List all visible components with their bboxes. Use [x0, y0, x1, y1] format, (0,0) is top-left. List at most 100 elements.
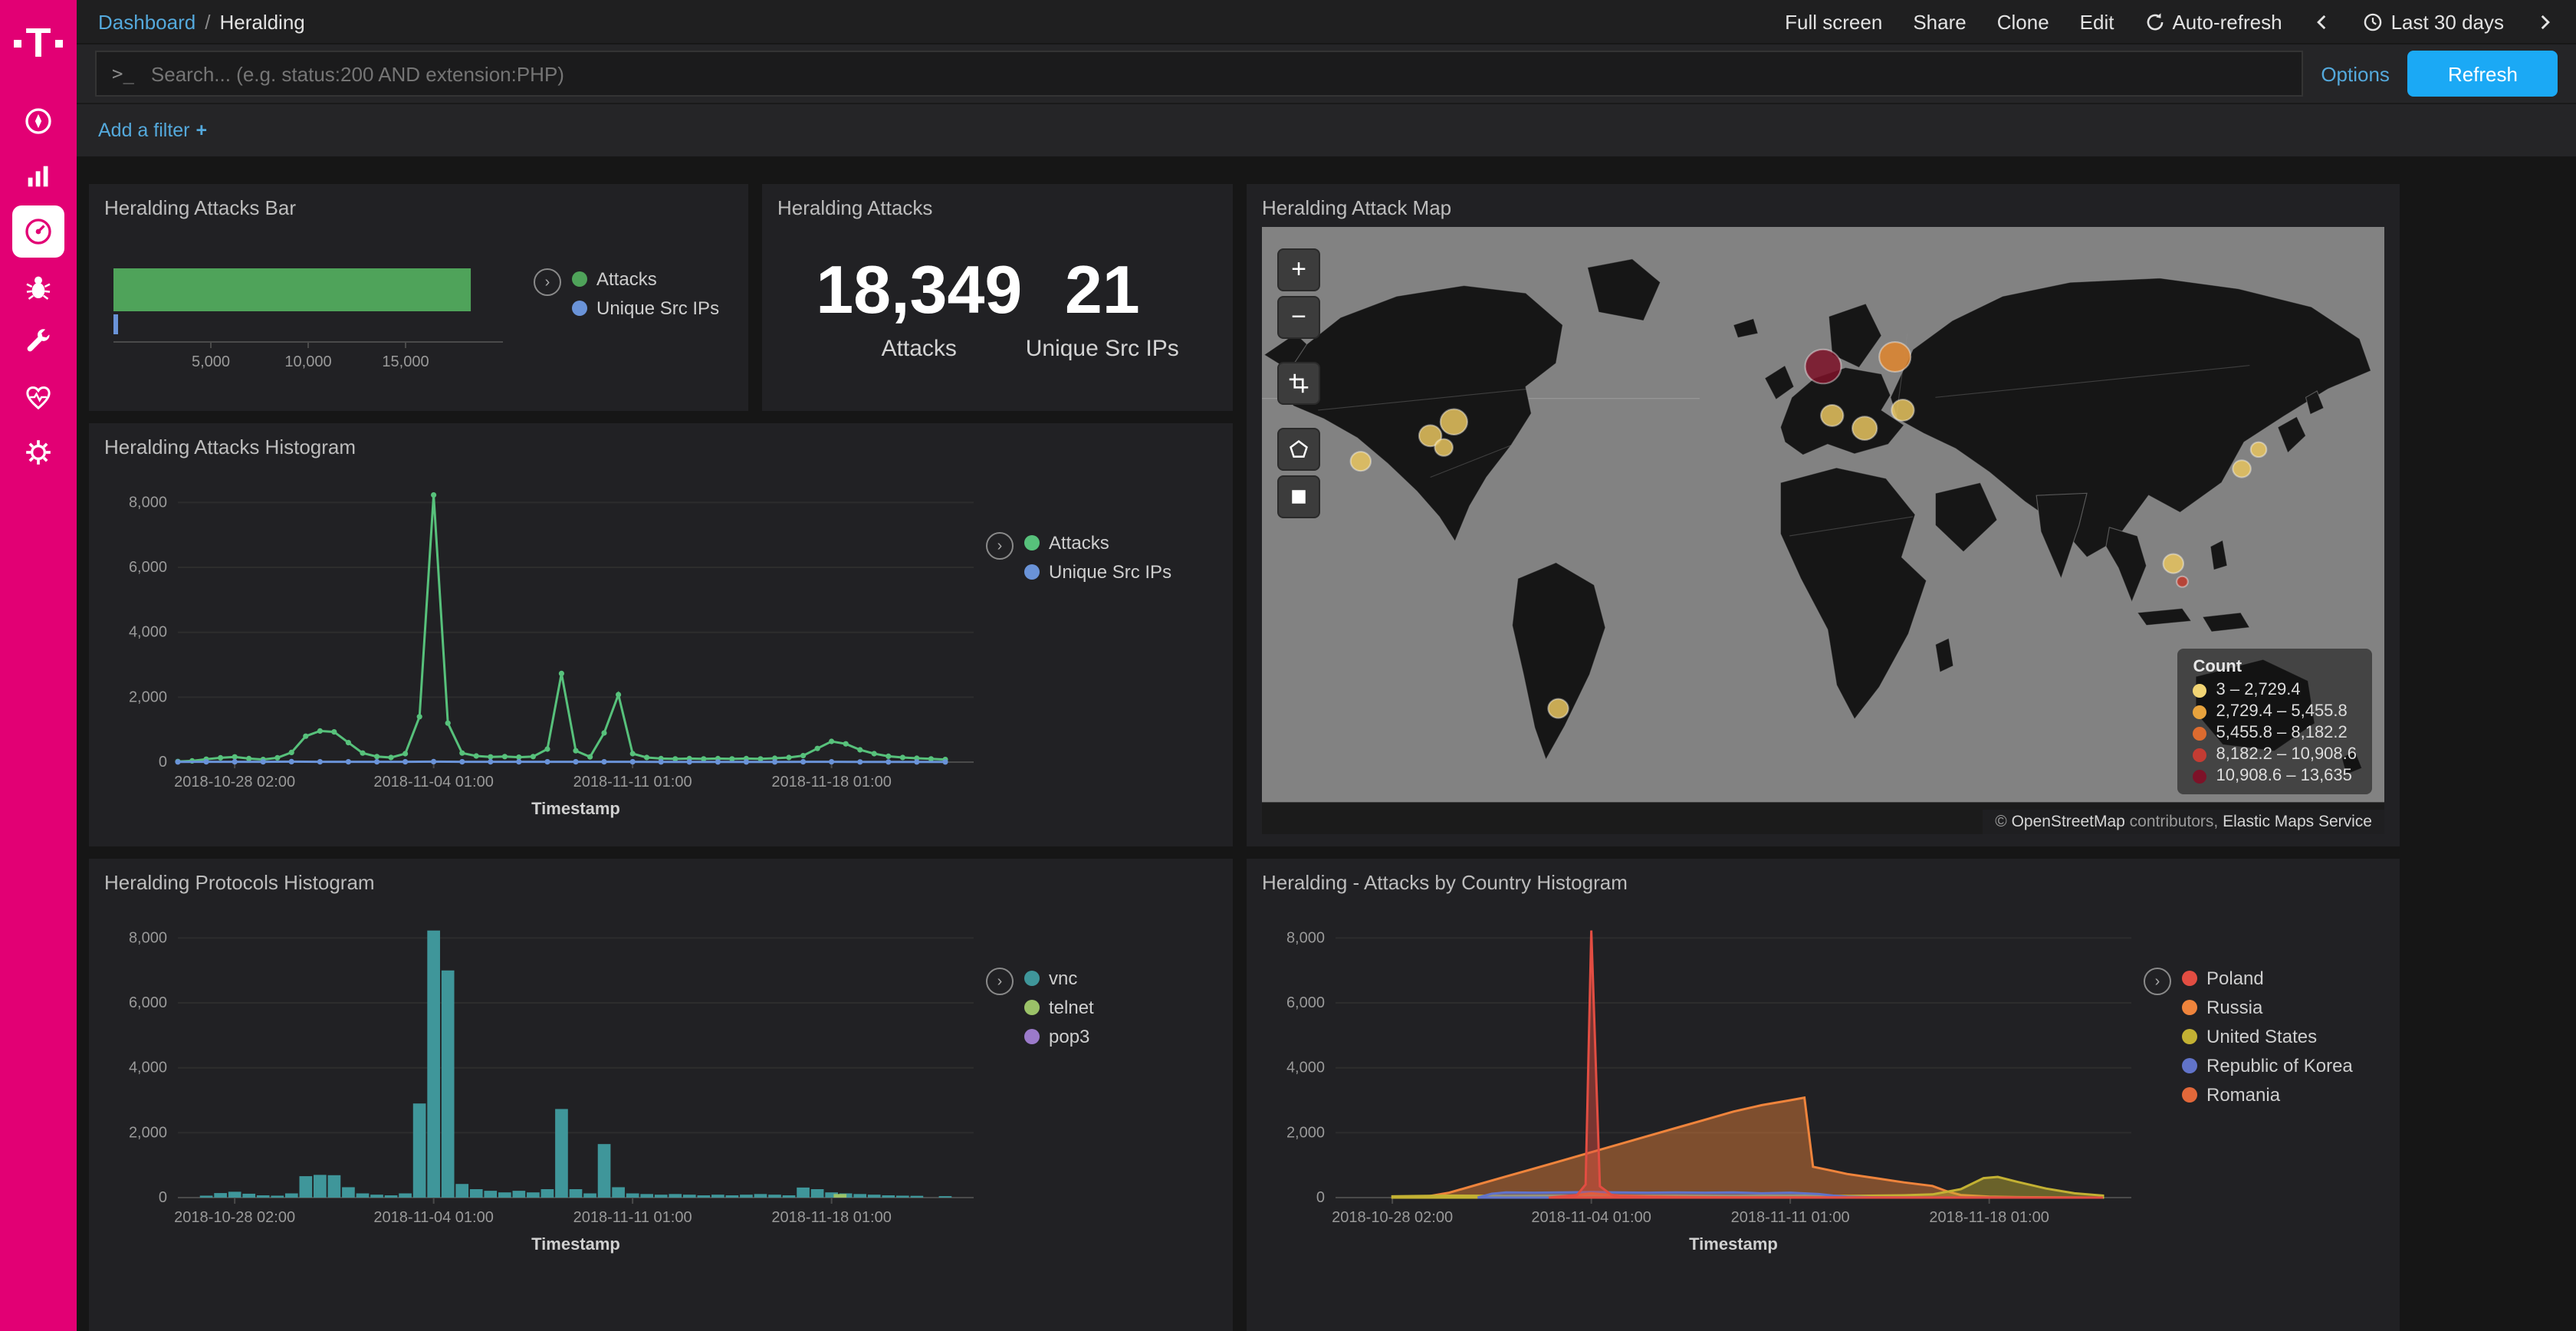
legend-item[interactable]: Unique Src IPs	[572, 297, 719, 319]
time-forward-button[interactable]	[2535, 12, 2555, 31]
sidebar-item-visualize[interactable]	[12, 150, 64, 202]
legend-toggle-icon[interactable]: ›	[986, 968, 1014, 995]
country-histogram-legend: › Poland Russia United States Republic of Ko…	[2144, 903, 2353, 1322]
map-legend-entry: 5,455.8 – 8,182.2	[2193, 724, 2358, 742]
fit-data-bounds-button[interactable]	[1277, 362, 1320, 405]
legend-item[interactable]: Attacks	[572, 268, 719, 290]
svg-text:2,000: 2,000	[1286, 1124, 1325, 1141]
map-legend-dot	[2193, 726, 2207, 740]
legend-item[interactable]: Unique Src IPs	[1024, 561, 1171, 583]
svg-text:4,000: 4,000	[129, 624, 167, 641]
attack-dot[interactable]	[1806, 350, 1842, 383]
filter-bar: Add a filter+	[77, 103, 2576, 156]
attack-dot[interactable]	[1548, 699, 1568, 718]
country-histogram-chart[interactable]: 02,0004,0006,0008,0002018-10-28 02:00201…	[1262, 903, 2144, 1322]
protocols-histogram-chart[interactable]: 02,0004,0006,0008,0002018-10-28 02:00201…	[104, 903, 986, 1322]
search-input[interactable]	[148, 61, 2285, 87]
draw-polygon-button[interactable]	[1277, 428, 1320, 471]
attack-dot[interactable]	[2164, 554, 2183, 573]
sidebar-item-dev-tools[interactable]	[12, 316, 64, 368]
zoom-in-button[interactable]: +	[1277, 248, 1320, 291]
attack-dot[interactable]	[1441, 409, 1467, 435]
legend-item[interactable]: pop3	[1024, 1026, 1094, 1047]
sidebar-item-management[interactable]	[12, 426, 64, 478]
legend-toggle-icon[interactable]: ›	[986, 532, 1014, 560]
legend-item[interactable]: Attacks	[1024, 532, 1171, 554]
map-attribution: © OpenStreetMap contributors, Elastic Ma…	[1983, 810, 2384, 834]
sidebar-item-monitoring[interactable]	[12, 371, 64, 423]
attack-dot[interactable]	[2177, 577, 2188, 587]
gear-icon	[23, 437, 54, 468]
crop-icon	[1288, 373, 1309, 394]
legend-color-dot	[1024, 564, 1040, 580]
panel-title: Heralding - Attacks by Country Histogram	[1262, 871, 2384, 894]
chart-svg[interactable]: 02,0004,0006,0008,0002018-10-28 02:00201…	[1262, 903, 2144, 1256]
sidebar-item-dashboard[interactable]	[12, 205, 64, 258]
chart-svg[interactable]: 5,000 10,000 15,000	[104, 253, 534, 376]
attack-dot[interactable]	[1821, 405, 1843, 426]
svg-text:2018-11-04 01:00: 2018-11-04 01:00	[373, 1209, 493, 1226]
query-prompt-icon: >_	[112, 63, 134, 84]
time-range-picker[interactable]: Last 30 days	[2364, 10, 2504, 33]
refresh-button[interactable]: Refresh	[2408, 51, 2558, 97]
legend-item[interactable]: Russia	[2182, 997, 2353, 1018]
legend-item[interactable]: telnet	[1024, 997, 1094, 1018]
options-link[interactable]: Options	[2321, 62, 2390, 85]
attack-dot[interactable]	[1852, 416, 1877, 440]
openstreetmap-link[interactable]: OpenStreetMap	[2012, 813, 2125, 831]
telekom-logo: T	[14, 12, 64, 74]
attribution-text: contributors,	[2125, 813, 2223, 831]
svg-text:5,000: 5,000	[192, 353, 230, 370]
clone-button[interactable]: Clone	[1997, 10, 2049, 33]
svg-text:8,000: 8,000	[129, 929, 167, 946]
svg-text:2018-11-11 01:00: 2018-11-11 01:00	[573, 1209, 692, 1226]
legend-toggle-icon[interactable]: ›	[534, 268, 561, 296]
attack-dot[interactable]	[2251, 442, 2266, 457]
svg-text:15,000: 15,000	[382, 353, 429, 370]
legend-label: telnet	[1049, 997, 1094, 1018]
breadcrumb-dashboard[interactable]: Dashboard	[98, 10, 196, 33]
legend-item[interactable]: vnc	[1024, 968, 1094, 989]
svg-text:2018-11-18 01:00: 2018-11-18 01:00	[771, 1209, 891, 1226]
attacks-bar-legend: › Attacks Unique Src IPs	[534, 228, 719, 399]
legend-label: Romania	[2206, 1084, 2280, 1106]
attacks-histogram-chart[interactable]: 02,0004,0006,0008,0002018-10-28 02:00201…	[104, 468, 986, 834]
kibana-dashboard-app: T Dashboard / Heralding Ful	[0, 0, 2576, 1331]
legend-item[interactable]: Romania	[2182, 1084, 2353, 1106]
chart-svg[interactable]: 02,0004,0006,0008,0002018-10-28 02:00201…	[104, 903, 986, 1256]
legend-label: Poland	[2206, 968, 2264, 989]
search-box: >_	[95, 51, 2302, 97]
time-back-button[interactable]	[2313, 12, 2333, 31]
svg-text:10,000: 10,000	[284, 353, 331, 370]
legend-item[interactable]: Republic of Korea	[2182, 1055, 2353, 1076]
edit-button[interactable]: Edit	[2080, 10, 2114, 33]
breadcrumb-separator: /	[205, 10, 210, 33]
sidebar: T	[0, 0, 77, 1331]
metric-attacks: 18,349 Attacks	[816, 257, 1022, 361]
share-button[interactable]: Share	[1913, 10, 1966, 33]
elastic-maps-service-link[interactable]: Elastic Maps Service	[2223, 813, 2372, 831]
attack-dot[interactable]	[1891, 399, 1914, 421]
polygon-icon	[1288, 439, 1309, 460]
legend-color-dot	[1024, 1029, 1040, 1044]
auto-refresh-button[interactable]: Auto-refresh	[2144, 10, 2282, 33]
attack-dot[interactable]	[1351, 452, 1371, 471]
attack-dot[interactable]	[1434, 439, 1452, 456]
sidebar-item-discover[interactable]	[12, 95, 64, 147]
legend-label: Republic of Korea	[2206, 1055, 2353, 1076]
legend-item[interactable]: United States	[2182, 1026, 2353, 1047]
legend-toggle-icon[interactable]: ›	[2144, 968, 2171, 995]
add-filter-link[interactable]: Add a filter+	[98, 120, 207, 141]
attack-dot[interactable]	[1879, 342, 1911, 372]
logo-t-letter: T	[26, 22, 51, 64]
svg-text:0: 0	[1316, 1189, 1325, 1206]
zoom-out-button[interactable]: −	[1277, 296, 1320, 339]
chart-svg[interactable]: 02,0004,0006,0008,0002018-10-28 02:00201…	[104, 468, 986, 820]
attack-map[interactable]: + − Count 3 – 2,729.42,729.4 – 5,455.85,…	[1262, 227, 2384, 834]
attack-dot[interactable]	[2233, 460, 2250, 477]
legend-item[interactable]: Poland	[2182, 968, 2353, 989]
svg-text:2018-11-18 01:00: 2018-11-18 01:00	[771, 774, 891, 790]
draw-rectangle-button[interactable]	[1277, 475, 1320, 518]
sidebar-item-attack-map[interactable]	[12, 261, 64, 313]
full-screen-button[interactable]: Full screen	[1785, 10, 1882, 33]
